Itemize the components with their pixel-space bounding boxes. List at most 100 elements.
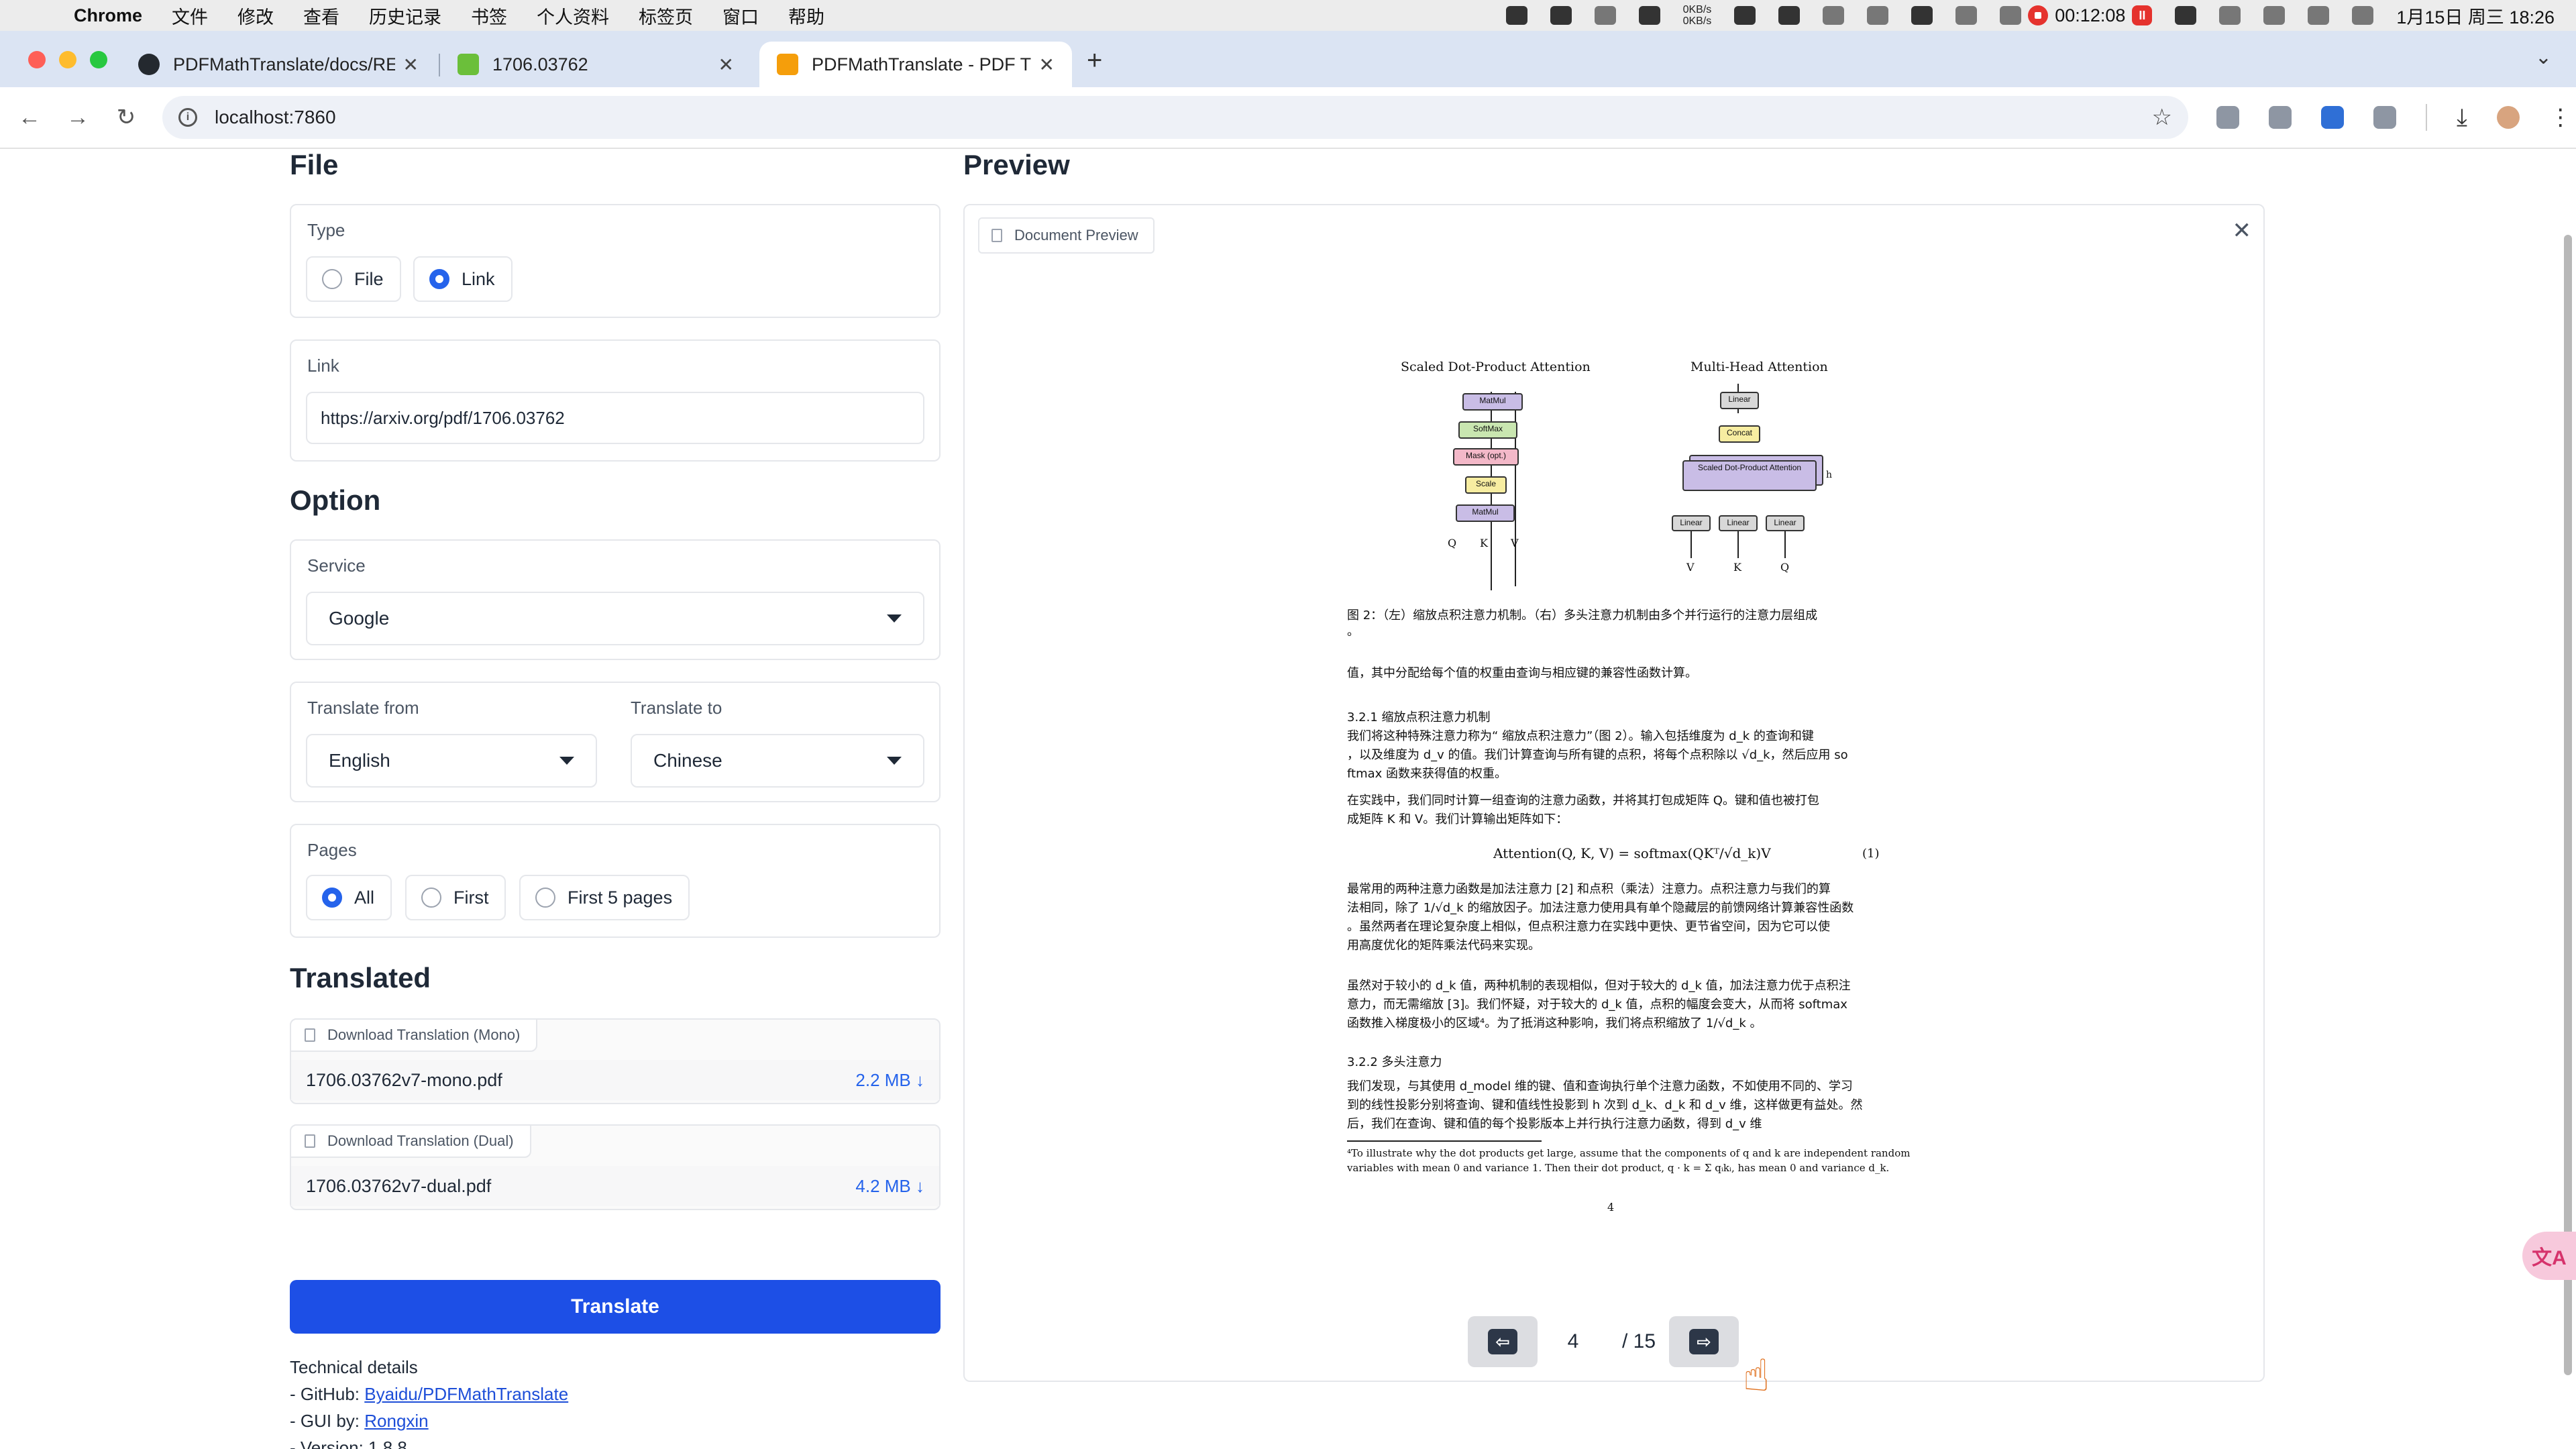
fig-box-linear-top: Linear <box>1720 392 1759 409</box>
tray-app2-icon[interactable] <box>1638 6 1660 25</box>
zoom-window-button[interactable] <box>90 51 107 68</box>
tray-app3-icon[interactable] <box>1778 6 1801 25</box>
bookmark-star-icon[interactable]: ☆ <box>2152 104 2172 131</box>
screen-recorder[interactable]: 00:12:08 II <box>2000 5 2153 26</box>
type-block: Type File Link <box>290 204 941 318</box>
profile-avatar[interactable] <box>2496 106 2520 129</box>
back-arrow-icon[interactable]: ← <box>5 105 54 131</box>
download-mono-block: Download Translation (Mono) 1706.03762v7… <box>290 1018 941 1104</box>
puzzle-extensions-icon[interactable] <box>2373 106 2396 129</box>
close-tab-icon[interactable]: ✕ <box>1039 54 1055 76</box>
frog-icon <box>458 54 479 75</box>
fig-right-title: Multi-Head Attention <box>1690 360 1828 374</box>
extension-icon-2[interactable] <box>2269 106 2292 129</box>
download-mono-row[interactable]: 1706.03762v7-mono.pdf 2.2 MB ↓ <box>291 1060 939 1100</box>
pages-option-first[interactable]: First <box>405 875 506 920</box>
address-bar[interactable]: i localhost:7860 ☆ <box>162 96 2188 139</box>
service-select[interactable]: Google <box>306 592 924 645</box>
battery-icon[interactable] <box>1911 6 1933 25</box>
fig-input-v: V <box>1686 561 1695 574</box>
next-page-button[interactable]: ⇨ <box>1669 1316 1739 1367</box>
wechat-icon[interactable] <box>1734 6 1756 25</box>
type-option-file[interactable]: File <box>306 256 401 302</box>
translate-from-select[interactable]: English <box>306 734 597 788</box>
tray-app5-icon[interactable] <box>2219 6 2241 25</box>
dual-filename[interactable]: 1706.03762v7-dual.pdf <box>306 1176 491 1197</box>
dropdown-caret-icon <box>559 757 574 765</box>
mono-download-link[interactable]: 2.2 MB ↓ <box>855 1070 924 1091</box>
menu-view[interactable]: 查看 <box>303 3 339 29</box>
pages-option-all[interactable]: All <box>306 875 392 920</box>
menu-history[interactable]: 历史记录 <box>369 3 441 29</box>
pause-icon[interactable]: II <box>2132 5 2153 25</box>
record-stop-icon[interactable] <box>2028 5 2049 25</box>
translate-to-select[interactable]: Chinese <box>631 734 924 788</box>
radio-link[interactable] <box>429 269 449 289</box>
radio-first[interactable] <box>421 888 441 908</box>
radio-file[interactable] <box>322 269 342 289</box>
new-tab-button[interactable]: + <box>1087 46 1102 76</box>
menu-app[interactable]: Chrome <box>74 5 142 26</box>
tab-arxiv[interactable]: 1706.03762 ✕ <box>440 42 751 87</box>
window-controls <box>28 51 107 68</box>
menu-window[interactable]: 窗口 <box>722 3 759 29</box>
menubar-clock[interactable]: 1月15日 周三 18:26 <box>2396 3 2555 29</box>
input-method-icon[interactable] <box>1505 6 1527 25</box>
forward-arrow-icon[interactable]: → <box>54 105 102 131</box>
translate-extension-icon[interactable] <box>2321 106 2344 129</box>
link-input[interactable]: https://arxiv.org/pdf/1706.03762 <box>306 392 924 444</box>
download-dual-row[interactable]: 1706.03762v7-dual.pdf 4.2 MB ↓ <box>291 1166 939 1206</box>
tray-cat-icon[interactable] <box>1594 6 1616 25</box>
service-value: Google <box>329 608 390 629</box>
page-scrollbar[interactable] <box>2564 235 2572 1375</box>
radio-all[interactable] <box>322 888 342 908</box>
time-machine-icon[interactable] <box>1955 6 1978 25</box>
radio-first5[interactable] <box>535 888 555 908</box>
wifi-icon[interactable] <box>1823 6 1845 25</box>
extension-icon-1[interactable] <box>2216 106 2239 129</box>
translated-section-title: Translated <box>290 962 431 994</box>
menu-tabs[interactable]: 标签页 <box>639 3 693 29</box>
dual-download-link[interactable]: 4.2 MB ↓ <box>855 1176 924 1197</box>
tech-gui-line: - GUI by: Rongxin <box>290 1407 568 1434</box>
menu-bookmarks[interactable]: 书签 <box>471 3 507 29</box>
site-info-icon[interactable]: i <box>178 108 197 127</box>
tab-github[interactable]: PDFMathTranslate/docs/READ ✕ <box>121 42 436 87</box>
close-window-button[interactable] <box>28 51 46 68</box>
translate-from-label: Translate from <box>307 698 419 718</box>
close-preview-icon[interactable]: ✕ <box>2233 217 2252 244</box>
control-center-icon[interactable] <box>2308 6 2330 25</box>
play-icon[interactable] <box>1867 6 1889 25</box>
more-menu-icon[interactable]: ⋮ <box>2549 104 2572 131</box>
menu-profiles[interactable]: 个人资料 <box>537 3 609 29</box>
spotlight-search-icon[interactable] <box>2263 6 2286 25</box>
menu-help[interactable]: 帮助 <box>788 3 824 29</box>
close-tab-icon[interactable]: ✕ <box>403 54 419 76</box>
document-preview-tab: Document Preview <box>978 217 1155 254</box>
service-label: Service <box>307 555 366 576</box>
file-section-title: File <box>290 149 339 180</box>
tab-search-chevron-icon[interactable]: ⌄ <box>2535 46 2552 69</box>
translate-button[interactable]: Translate <box>290 1280 941 1334</box>
tray-app-icon[interactable] <box>1550 6 1572 25</box>
tab-pdfmathtranslate[interactable]: PDFMathTranslate - PDF Tran ✕ <box>759 42 1072 87</box>
siri-icon[interactable] <box>2352 6 2374 25</box>
download-icon[interactable]: ⤓ <box>2457 103 2467 132</box>
gui-author-link[interactable]: Rongxin <box>364 1411 428 1431</box>
mono-filename[interactable]: 1706.03762v7-mono.pdf <box>306 1070 502 1091</box>
minimize-window-button[interactable] <box>59 51 76 68</box>
close-tab-icon[interactable]: ✕ <box>718 54 734 76</box>
diagram-line <box>1737 531 1739 558</box>
menu-edit[interactable]: 修改 <box>237 3 274 29</box>
url-text[interactable]: localhost:7860 <box>215 107 336 128</box>
prev-page-button[interactable]: ⇦ <box>1468 1316 1538 1367</box>
file-icon <box>305 1028 315 1042</box>
translate-float-icon[interactable]: 文A <box>2522 1232 2576 1280</box>
github-link[interactable]: Byaidu/PDFMathTranslate <box>364 1384 568 1404</box>
reload-icon[interactable]: ↻ <box>102 104 150 131</box>
menu-file[interactable]: 文件 <box>172 3 208 29</box>
type-option-link[interactable]: Link <box>413 256 513 302</box>
current-page-input[interactable]: 4 <box>1538 1330 1609 1353</box>
tray-app4-icon[interactable] <box>2175 6 2197 25</box>
pages-option-first5[interactable]: First 5 pages <box>519 875 690 920</box>
